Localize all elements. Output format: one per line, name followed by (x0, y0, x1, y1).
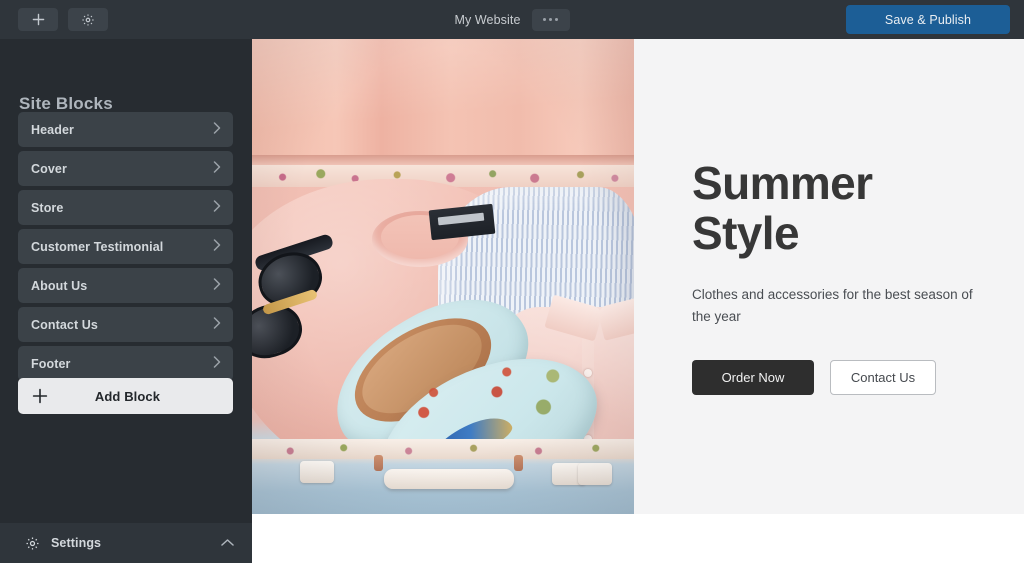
block-label: About Us (31, 278, 88, 293)
chevron-right-icon (213, 160, 221, 178)
site-title: My Website (454, 12, 521, 27)
block-label: Customer Testimonial (31, 239, 164, 254)
website-builder-app: My Website Save & Publish Site Blocks He… (0, 0, 1024, 563)
chevron-right-icon (213, 238, 221, 256)
chevron-right-icon (213, 355, 221, 373)
sidebar-item-about-us[interactable]: About Us (18, 268, 233, 303)
ellipsis-icon (543, 18, 559, 21)
block-label: Footer (31, 356, 71, 371)
hero-text-column: Summer Style Clothes and accessories for… (634, 39, 1024, 514)
hero-heading[interactable]: Summer Style (692, 158, 952, 258)
chevron-right-icon (213, 316, 221, 334)
sidebar-item-header[interactable]: Header (18, 112, 233, 147)
site-menu-button[interactable] (531, 8, 570, 31)
sidebar-item-store[interactable]: Store (18, 190, 233, 225)
chevron-up-icon (221, 534, 234, 552)
hero-subtitle[interactable]: Clothes and accessories for the best sea… (692, 284, 992, 328)
top-toolbar: My Website Save & Publish (0, 0, 1024, 39)
sidebar: Site Blocks Header Cover Store Customer … (0, 39, 252, 563)
block-label: Cover (31, 161, 67, 176)
website-preview-canvas[interactable]: Summer Style Clothes and accessories for… (252, 39, 1024, 563)
settings-label: Settings (51, 536, 102, 550)
chevron-right-icon (213, 121, 221, 139)
sidebar-heading: Site Blocks (19, 94, 113, 113)
settings-panel-toggle[interactable]: Settings (0, 523, 252, 563)
save-and-publish-button[interactable]: Save & Publish (846, 5, 1010, 34)
chevron-right-icon (213, 199, 221, 217)
block-label: Header (31, 122, 74, 137)
sidebar-item-contact-us[interactable]: Contact Us (18, 307, 233, 342)
sidebar-item-footer[interactable]: Footer (18, 346, 233, 381)
hero-image (252, 39, 634, 514)
block-label: Store (31, 200, 64, 215)
block-label: Contact Us (31, 317, 98, 332)
gear-icon (25, 536, 40, 551)
sidebar-item-customer-testimonial[interactable]: Customer Testimonial (18, 229, 233, 264)
add-block-button[interactable]: Add Block (18, 378, 233, 414)
add-block-label: Add Block (94, 388, 161, 404)
contact-us-button[interactable]: Contact Us (830, 359, 936, 395)
sidebar-item-cover[interactable]: Cover (18, 151, 233, 186)
plus-icon (32, 388, 48, 404)
hero-section[interactable]: Summer Style Clothes and accessories for… (252, 39, 1024, 514)
order-now-button[interactable]: Order Now (692, 359, 814, 395)
hero-button-group: Order Now Contact Us (692, 359, 1024, 395)
site-blocks-list: Header Cover Store Customer Testimonial (18, 112, 233, 385)
chevron-right-icon (213, 277, 221, 295)
